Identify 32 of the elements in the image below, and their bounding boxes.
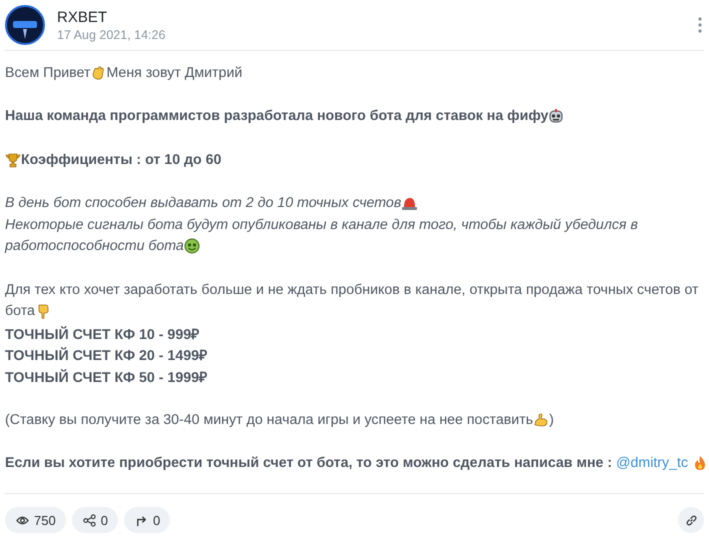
message-text: ТОЧНЫЙ СЧЕТ КФ 50 - 1999₽ xyxy=(5,368,207,386)
avatar-icon xyxy=(5,5,45,45)
message-text: бота xyxy=(5,303,35,320)
views-count: 750 xyxy=(34,512,56,528)
trophy-icon xyxy=(5,152,21,168)
message-text: Если вы хотите приобрести точный счет от бота, то это можно сделать написав мне : xyxy=(5,455,612,472)
message-text: работоспособности бота xyxy=(5,238,184,254)
message-text: Всем Привет xyxy=(5,64,90,81)
message-text: Меня зовут Дмитрий xyxy=(106,64,242,81)
forward-arrow-icon xyxy=(134,514,148,526)
channel-name: RXBET xyxy=(57,8,108,26)
message-text: Некоторые сигналы бота будут опубликованы в канале для того, чтобы каждый убедился в xyxy=(5,216,638,233)
link-icon xyxy=(684,514,698,526)
message-text: (Ставку вы получите за 30-40 минут до начала игры и успеете на нее поставить xyxy=(5,412,534,428)
waving-hand-icon xyxy=(90,64,106,81)
share-button[interactable]: 0 xyxy=(72,507,118,533)
copy-link-button[interactable] xyxy=(678,507,704,533)
message-text: Коэффициенты : от 10 до 60 xyxy=(21,152,222,168)
eye-icon xyxy=(16,514,29,526)
message-text: Для тех кто хочет заработать больше и не ждать пробников в канале, открыта продажа точных счетов от xyxy=(5,282,699,298)
robot-face-icon xyxy=(548,108,564,124)
message-text: Наша команда программистов разработала нового бота для ставок на фифу xyxy=(5,108,548,124)
more-menu-icon[interactable] xyxy=(698,17,702,33)
share-icon xyxy=(82,514,96,526)
flexed-arm-icon xyxy=(533,412,550,428)
grinning-face-icon xyxy=(184,238,200,254)
message-text: В день бот способен выдавать от 2 до 10 точных счетов xyxy=(5,194,402,211)
forward-button[interactable]: 0 xyxy=(124,507,170,533)
post-date: 17 Aug 2021, 14:26 xyxy=(57,28,166,42)
message-text: ) xyxy=(549,412,554,428)
message-text: ТОЧНЫЙ СЧЕТ КФ 10 - 999₽ xyxy=(5,325,200,343)
message-text: ТОЧНЫЙ СЧЕТ КФ 20 - 1499₽ xyxy=(5,346,207,364)
